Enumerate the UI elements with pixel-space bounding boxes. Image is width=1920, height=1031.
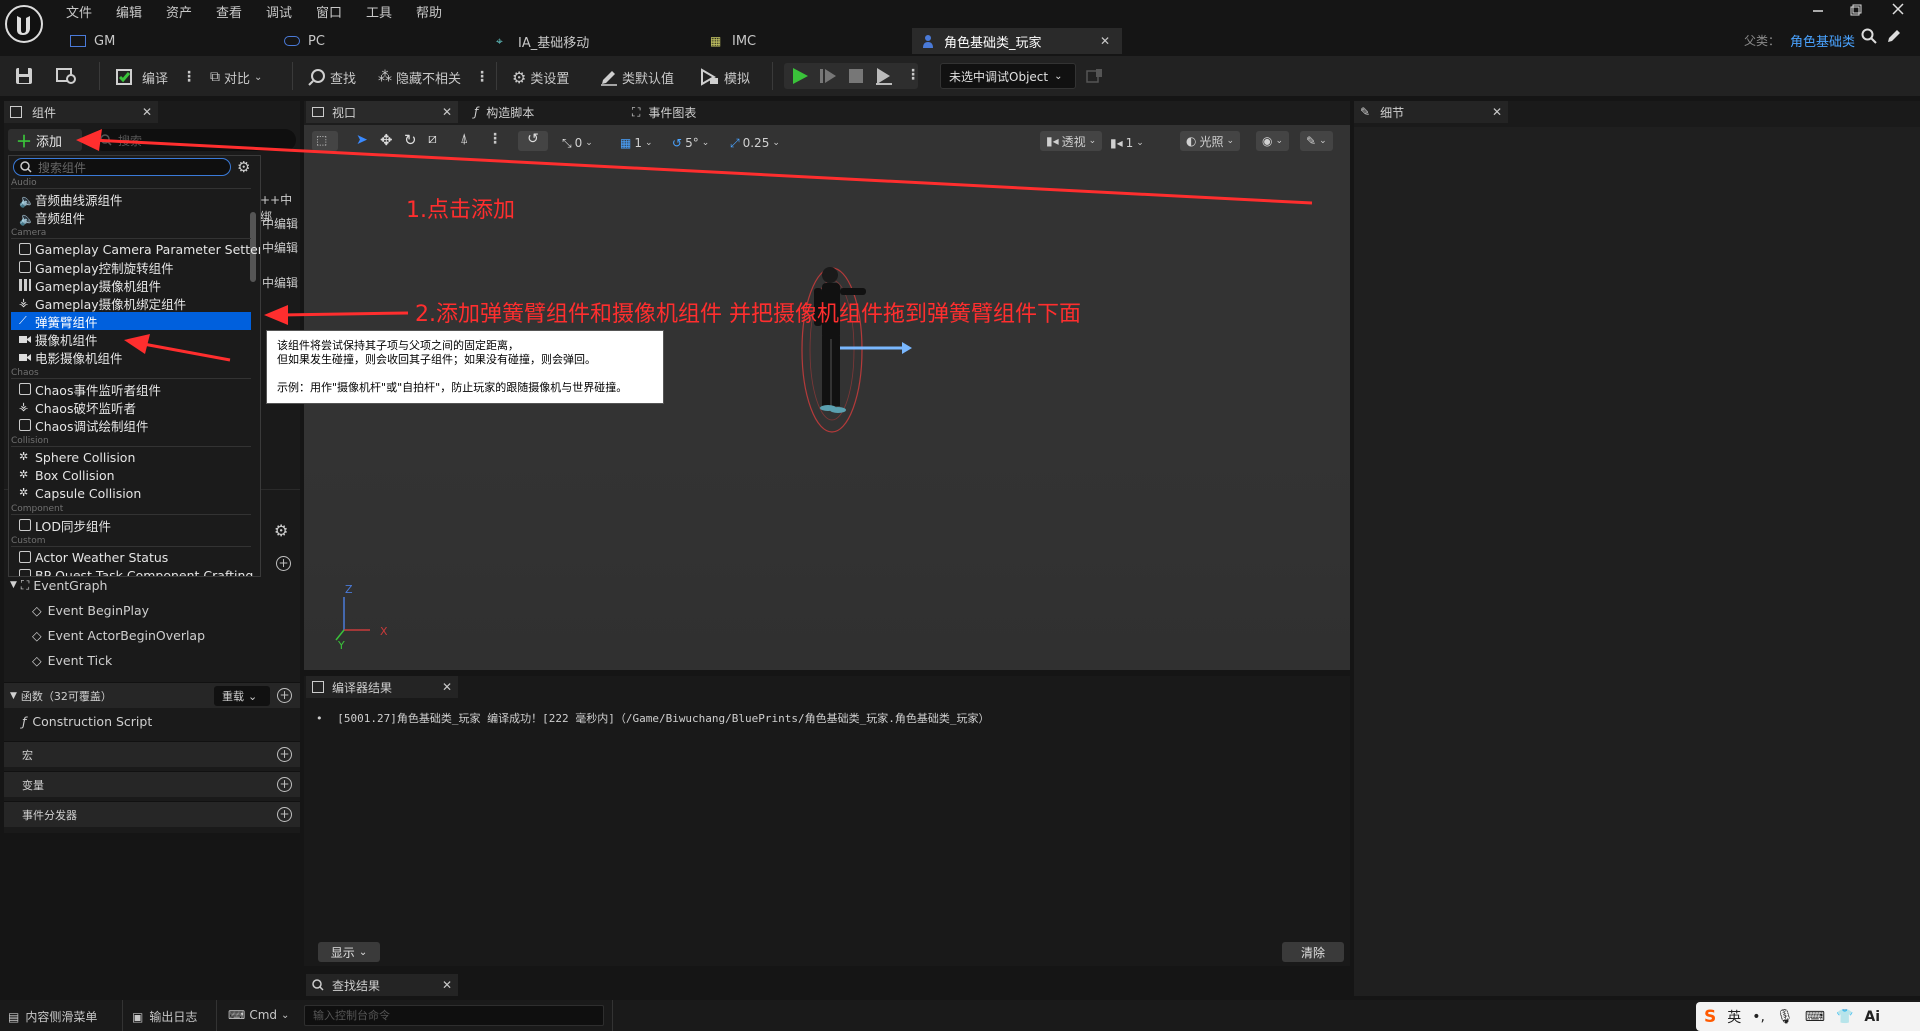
arrow-to-add (91, 138, 1313, 205)
arrowhead (124, 334, 150, 354)
separator (612, 1000, 613, 1031)
arrowhead (264, 305, 288, 325)
arrow-to-camera (137, 341, 231, 362)
ime-language[interactable]: 英 (1727, 1007, 1741, 1027)
annotation-step1: 1.点击添加 (406, 198, 515, 223)
status-bar: ▤ 内容侧滑菜单 ▣ 输出日志 ⌨ Cmd ⌄ 输入控制台命令 S 英 •, 🎙… (0, 1000, 1920, 1031)
punctuation-icon[interactable]: •, (1752, 1009, 1765, 1025)
output-log-label: 输出日志 (149, 1010, 198, 1024)
console-placeholder: 输入控制台命令 (313, 1009, 390, 1022)
content-drawer-button[interactable]: ▤ 内容侧滑菜单 (8, 1008, 97, 1025)
cmd-label: Cmd (249, 1008, 278, 1022)
terminal-icon: ⌨ (228, 1008, 246, 1022)
content-drawer-icon: ▤ (8, 1009, 20, 1024)
cmd-dropdown[interactable]: ⌨ Cmd ⌄ (228, 1008, 289, 1022)
ime-toolbar: S 英 •, 🎙 ⌨ 👕 Ai (1696, 1002, 1920, 1031)
skin-icon[interactable]: 👕 (1836, 1009, 1853, 1025)
annotation-arrows (76, 129, 1313, 362)
keyboard-icon[interactable]: ⌨ (1805, 1009, 1825, 1025)
separator (122, 1000, 123, 1031)
content-drawer-label: 内容侧滑菜单 (25, 1010, 98, 1024)
arrow-to-spring-arm (279, 311, 409, 317)
ime-ai[interactable]: Ai (1864, 1009, 1880, 1025)
chevron-down-icon: ⌄ (281, 1009, 290, 1021)
sogou-logo-icon[interactable]: S (1704, 1007, 1716, 1027)
separator (216, 1000, 217, 1031)
output-log-icon: ▣ (132, 1009, 144, 1024)
annotation-step2: 2.添加弹簧臂组件和摄像机组件 并把摄像机组件拖到弹簧臂组件下面 (415, 302, 1081, 327)
arrowhead (76, 129, 102, 151)
console-command-input[interactable]: 输入控制台命令 (304, 1005, 604, 1026)
output-log-button[interactable]: ▣ 输出日志 (132, 1008, 197, 1025)
microphone-icon[interactable]: 🎙 (1776, 1009, 1794, 1025)
